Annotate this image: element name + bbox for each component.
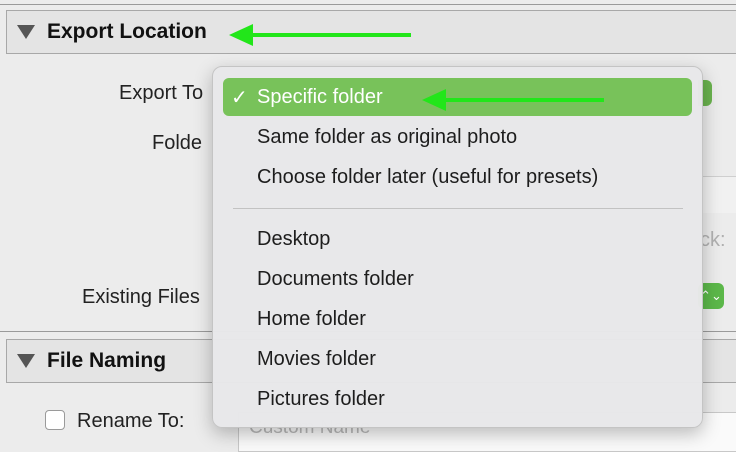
rename-checkbox[interactable] — [45, 410, 65, 430]
section-title: File Naming — [47, 349, 167, 372]
menu-item-movies[interactable]: Movies folder — [223, 340, 692, 378]
menu-item-desktop[interactable]: Desktop — [223, 220, 692, 258]
disclosure-triangle-icon[interactable] — [17, 354, 35, 368]
menu-item-label: Pictures folder — [257, 387, 385, 410]
export-to-label: Export To — [119, 82, 204, 104]
menu-item-same-folder[interactable]: Same folder as original photo — [223, 118, 692, 156]
export-to-menu[interactable]: ✓ Specific folder Same folder as origina… — [212, 66, 703, 428]
menu-item-label: Home folder — [257, 307, 366, 330]
menu-item-label: Documents folder — [257, 267, 414, 290]
folder-path-field[interactable] — [702, 176, 736, 213]
menu-item-label: Specific folder — [257, 85, 383, 108]
menu-separator — [233, 208, 683, 209]
checkmark-icon: ✓ — [231, 86, 248, 109]
menu-item-pictures[interactable]: Pictures folder — [223, 380, 692, 418]
subfolder-label-partial: ck: — [700, 229, 726, 251]
menu-item-label: Desktop — [257, 227, 331, 250]
menu-item-label: Choose folder later (useful for presets) — [257, 165, 599, 188]
folder-label: Folde — [152, 132, 203, 154]
menu-item-documents[interactable]: Documents folder — [223, 260, 692, 298]
annotation-arrow-icon — [422, 89, 604, 111]
annotation-arrow-icon — [229, 24, 411, 46]
menu-item-choose-later[interactable]: Choose folder later (useful for presets) — [223, 158, 692, 196]
rename-to-label: Rename To: — [77, 410, 185, 432]
existing-files-label: Existing Files — [82, 286, 200, 308]
divider — [0, 4, 736, 5]
menu-item-label: Movies folder — [257, 347, 376, 370]
up-down-chevron-icon: ⌃⌄ — [700, 288, 722, 303]
menu-item-home[interactable]: Home folder — [223, 300, 692, 338]
menu-item-label: Same folder as original photo — [257, 125, 518, 148]
section-title: Export Location — [47, 20, 207, 43]
disclosure-triangle-icon[interactable] — [17, 25, 35, 39]
